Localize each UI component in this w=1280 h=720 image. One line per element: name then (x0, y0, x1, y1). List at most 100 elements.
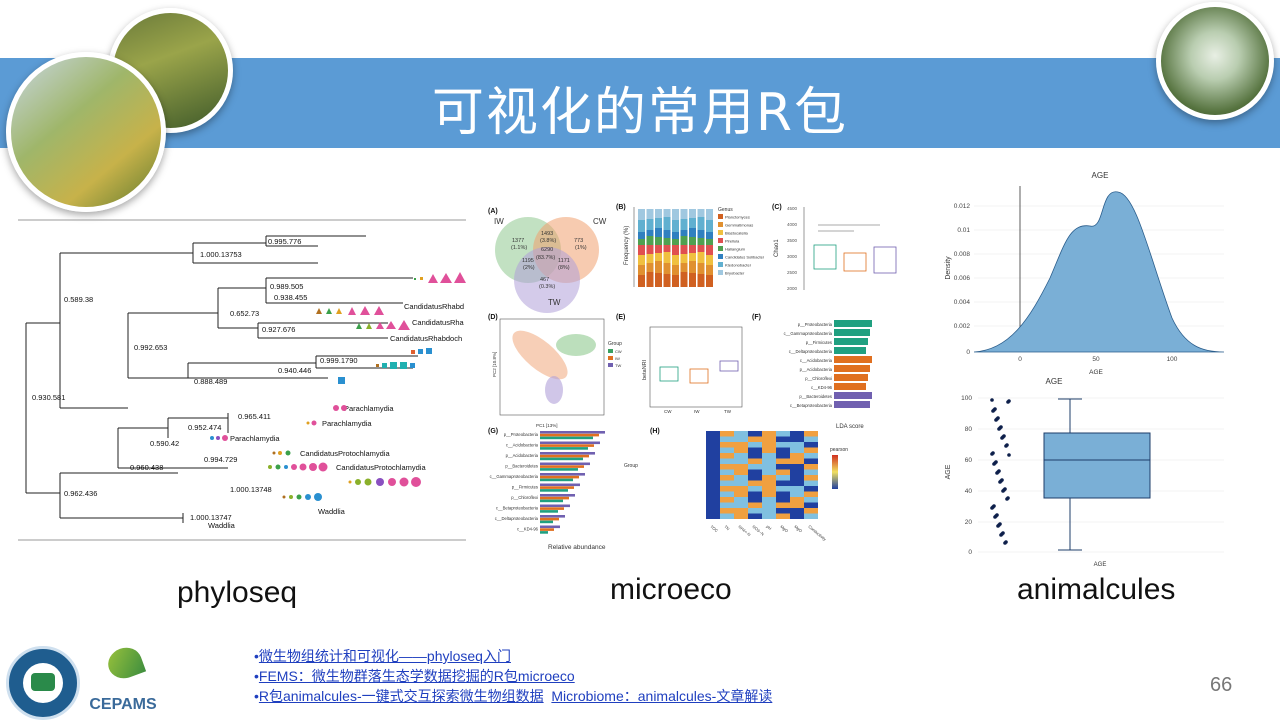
rel-label: Relative abundance (548, 544, 606, 551)
heat-cell (720, 469, 734, 475)
stack-segment (646, 209, 654, 219)
rel-bar (540, 441, 600, 445)
lda-taxon: p__Firmicutes (806, 340, 832, 345)
heat-cell (790, 442, 804, 448)
stack-segment (638, 232, 645, 239)
tree-label: 0.992.653 (134, 343, 167, 352)
stack-segment (638, 209, 645, 220)
heat-cell (790, 469, 804, 475)
density-ytick: 0.01 (957, 227, 970, 234)
venn-value: (0.3%) (539, 284, 555, 290)
heat-cell (776, 436, 790, 442)
heat-cell (790, 513, 804, 519)
rel-taxon: p__Acidobacteria (506, 453, 539, 458)
lda-taxon: p__Chloroflexi (805, 376, 832, 381)
genus-swatch (718, 230, 723, 235)
heat-cell (748, 486, 762, 492)
stack-segment (655, 245, 662, 253)
genus-swatch (718, 238, 723, 243)
heat-cell (748, 502, 762, 508)
stack-segment (680, 272, 688, 287)
stack-segment (689, 261, 696, 273)
heat-xtick: NO3--N (751, 524, 765, 537)
tree-label: 0.652.73 (230, 309, 259, 318)
stack-segment (672, 275, 679, 287)
heat-cell (790, 486, 804, 492)
rel-bar (540, 475, 579, 479)
genus-label: Bryobacter (725, 271, 745, 276)
stack-segment (697, 263, 705, 274)
link-animalcules[interactable]: R包animalcules-一键式交互探索微生物组数据 (259, 688, 544, 704)
chao-label: Chao1 (774, 239, 780, 257)
heat-cell (720, 431, 734, 437)
betanri-boxplot: betaNRI CW IW TW (642, 326, 743, 414)
heat-cell (706, 464, 720, 470)
rel-bar (540, 528, 554, 531)
stack-segment (663, 274, 671, 287)
heat-cell (734, 469, 748, 475)
stack-segment (689, 273, 696, 287)
rel-taxon: p__Firmicutes (512, 485, 538, 490)
venn-set-label: TW (548, 298, 561, 307)
page-number: 66 (1210, 674, 1233, 696)
genus-swatch (718, 246, 723, 251)
tree-label: 0.930.581 (32, 393, 65, 402)
age-point (991, 409, 995, 413)
lda-bar (834, 347, 866, 354)
taxon-label: Parachlamydia (230, 434, 280, 443)
stack-segment (680, 209, 688, 219)
box-ylabel: AGE (945, 464, 952, 479)
heat-cell (734, 508, 748, 514)
age-point (1005, 497, 1009, 501)
heat-cell (720, 513, 734, 519)
tree-label: 0.962.436 (64, 489, 97, 498)
stack-segment (706, 239, 713, 245)
stack-segment (680, 254, 688, 263)
stack-segment (689, 245, 696, 253)
rel-bar (540, 520, 553, 524)
link-microeco[interactable]: FEMS：微生物群落生态学数据挖掘的R包microeco (259, 668, 575, 684)
heat-cell (776, 491, 790, 497)
chao-tick: 3500 (787, 238, 798, 243)
link-phyloseq[interactable]: 微生物组统计和可视化——phyloseq入门 (259, 648, 511, 664)
rel-bar (540, 504, 570, 508)
heat-cell (734, 497, 748, 503)
stack-segment (663, 209, 671, 217)
rel-bar (540, 454, 589, 458)
heat-cell (776, 458, 790, 464)
heat-cell (706, 475, 720, 481)
box-chart: AGE AGE 100 80 60 40 20 0 AGE (945, 377, 1224, 568)
heat-cell (748, 491, 762, 497)
stack-segment (680, 245, 688, 254)
venn-value: (1.1%) (511, 245, 527, 251)
density-ytick: 0.004 (954, 299, 971, 306)
animalcules-label: animalcules (1017, 573, 1176, 606)
venn-value: 1377 (512, 238, 524, 244)
heat-xtick: NH4+-N (737, 524, 751, 537)
tree-label: 0.999.1790 (320, 356, 358, 365)
heat-cell (720, 464, 734, 470)
link-animalcules-paper[interactable]: Microbiome：animalcules-文章解读 (551, 688, 772, 704)
rel-bar (540, 457, 583, 461)
stack-segment (646, 272, 654, 287)
heat-cell (790, 480, 804, 486)
heat-cell (790, 447, 804, 453)
lda-bar (834, 329, 870, 336)
stack-segment (655, 237, 662, 245)
reference-links: •微生物组统计和可视化——phyloseq入门 •FEMS：微生物群落生态学数据… (254, 646, 772, 706)
stack-segment (680, 219, 688, 230)
heat-cell (734, 436, 748, 442)
heat-cell (762, 469, 776, 475)
chao-tick: 4000 (787, 222, 798, 227)
heat-cell (734, 513, 748, 519)
heat-cell (734, 464, 748, 470)
heat-cell (790, 458, 804, 464)
lda-bar (834, 338, 868, 345)
taxon-label: CandidatusProtochlamydia (300, 449, 390, 458)
chao-tick: 3000 (787, 254, 798, 259)
heat-cell (804, 480, 818, 486)
stack-segment (689, 237, 696, 245)
stack-segment (663, 217, 671, 230)
box-ytick: 40 (965, 488, 973, 495)
stack-segment (638, 239, 645, 245)
